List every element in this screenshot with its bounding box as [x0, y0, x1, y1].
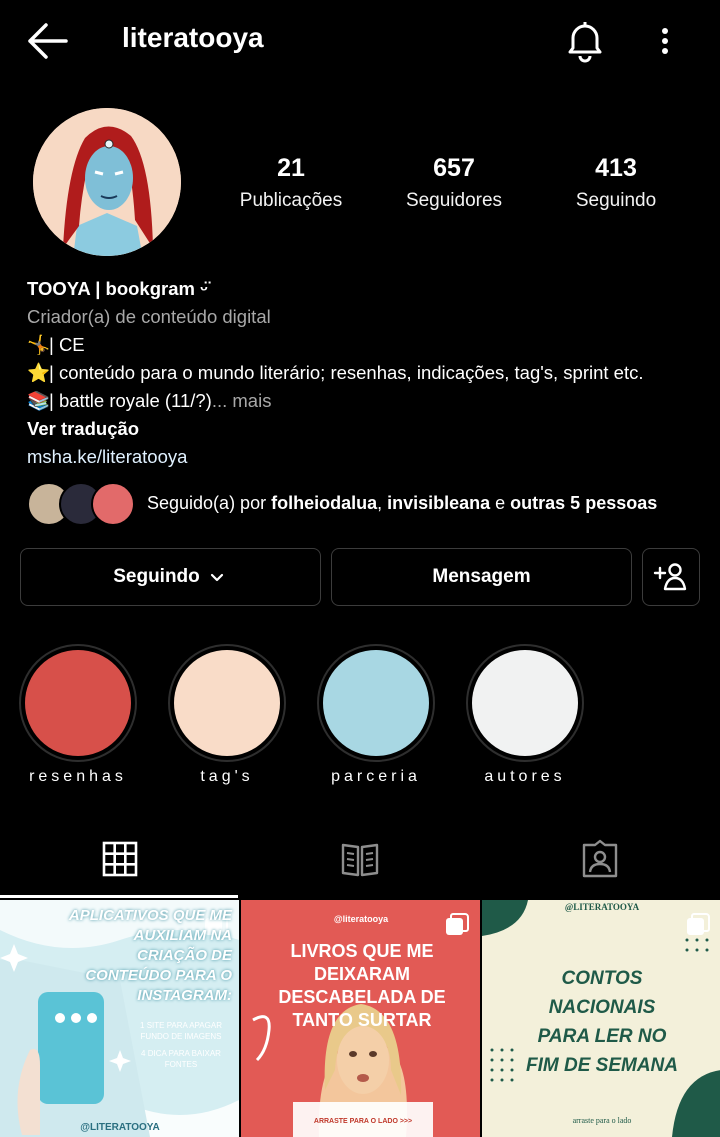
multiple-images-icon	[444, 912, 470, 938]
bio-line-text: | CE	[49, 334, 85, 355]
followers-count: 657	[433, 154, 475, 182]
post-caption: @LITERATOOYA	[80, 1122, 160, 1133]
post-caption: 1 SITE PARA APAGAR FUNDO DE IMAGENS	[140, 1021, 222, 1041]
highlight-ring	[168, 644, 286, 762]
tab-guides[interactable]	[240, 820, 480, 898]
post-thumbnail[interactable]: @literatooya LIVROS QUE ME DEIXARAM DESC…	[241, 900, 480, 1137]
post-caption: CONTOS NACIONAIS PARA LER NO FIM DE SEMA…	[526, 968, 678, 1076]
highlight-label: parceria	[331, 768, 421, 785]
profile-category: Criador(a) de conteúdo digital	[27, 306, 271, 327]
bio-line-text: | battle royale (11/?)	[49, 390, 212, 411]
followed-by-text: Seguido(a) por folheiodalua, invisiblean…	[147, 493, 657, 514]
highlight-ring	[19, 644, 137, 762]
post-thumbnail[interactable]: @LITERATOOYA CONTOS NACIONAIS PARA LER N…	[482, 900, 720, 1137]
active-tab-indicator	[0, 895, 238, 898]
post-caption: ARRASTE PARA O LADO >>>	[313, 1118, 413, 1125]
followed-others: outras 5 pessoas	[510, 493, 658, 513]
highlight-cover	[472, 650, 578, 756]
followed-conjunction: e	[490, 493, 511, 513]
highlight-ring	[466, 644, 584, 762]
post-thumbnail[interactable]: APLICATIVOS QUE ME AUXILIAM NA CRIAÇÃO D…	[0, 900, 239, 1137]
following-button[interactable]: Seguindo	[20, 548, 321, 606]
highlight-resenhas[interactable]: resenhas	[19, 644, 137, 786]
following-button-label: Seguindo	[113, 566, 200, 587]
highlight-tags[interactable]: tag's	[168, 644, 286, 786]
post-caption: LIVROS QUE ME DEIXARAM DESCABELADA DE TA…	[278, 941, 446, 1030]
bio-line-text: | conteúdo para o mundo literário; resen…	[49, 362, 644, 383]
tab-grid[interactable]	[0, 820, 240, 898]
bio-line: ⭐| conteúdo para o mundo literário; rese…	[27, 359, 707, 387]
chevron-down-icon	[210, 573, 223, 582]
highlight-label: resenhas	[29, 768, 127, 785]
message-button[interactable]: Mensagem	[331, 548, 632, 606]
guide-book-icon	[341, 843, 379, 877]
highlight-cover	[25, 650, 131, 756]
followed-user: folheiodalua	[271, 493, 378, 513]
profile-avatar[interactable]	[33, 108, 181, 256]
profile-username: literatooya	[122, 22, 264, 53]
tab-tagged[interactable]	[480, 820, 720, 898]
profile-tabs	[0, 820, 720, 898]
suggest-users-button[interactable]	[642, 548, 700, 606]
followers-label: Seguidores	[405, 190, 503, 211]
highlight-cover	[174, 650, 280, 756]
posts-label: Publicações	[239, 190, 343, 211]
add-person-icon	[653, 563, 687, 591]
top-bar: literatooya	[0, 0, 720, 82]
followed-separator: ,	[377, 493, 388, 513]
post-caption: @literatooya	[333, 914, 389, 924]
post-caption: APLICATIVOS QUE ME AUXILIAM NA CRIAÇÃO D…	[68, 907, 232, 1004]
star-emoji-icon: ⭐	[27, 362, 51, 383]
stat-posts[interactable]: 21 Publicações	[230, 150, 352, 216]
stat-following[interactable]: 413 Seguindo	[560, 150, 672, 216]
notification-bell-icon[interactable]	[560, 16, 610, 66]
followed-prefix: Seguido(a) por	[147, 493, 272, 513]
mutual-avatars	[27, 482, 137, 528]
highlight-label: autores	[484, 768, 566, 785]
grid-icon	[102, 841, 138, 877]
posts-count: 21	[277, 154, 305, 182]
stat-followers[interactable]: 657 Seguidores	[394, 150, 514, 216]
profile-bio: TOOYA | bookgram ᵕ̈ Criador(a) de conteú…	[27, 275, 707, 471]
post-caption: 4 DICA PARA BAIXAR FONTES	[141, 1049, 221, 1069]
highlight-cover	[323, 650, 429, 756]
post-caption: @LITERATOOYA	[564, 902, 640, 912]
display-name: TOOYA | bookgram ᵕ̈	[27, 278, 208, 299]
following-count: 413	[595, 154, 637, 182]
following-label: Seguindo	[575, 190, 657, 211]
gymnast-emoji-icon: 🤸	[27, 334, 51, 355]
bio-line: 📚| battle royale (11/?)... mais	[27, 387, 707, 415]
multiple-images-icon	[685, 912, 711, 938]
bio-website-link[interactable]: msha.ke/literatooya	[27, 443, 707, 471]
post-caption: arraste para o lado	[572, 1116, 632, 1125]
bio-line: 🤸| CE	[27, 331, 707, 359]
highlight-parceria[interactable]: parceria	[317, 644, 435, 786]
highlight-ring	[317, 644, 435, 762]
more-options-icon[interactable]	[650, 18, 680, 64]
followed-by[interactable]: Seguido(a) por folheiodalua, invisiblean…	[27, 480, 707, 530]
followed-user: invisibleana	[387, 493, 491, 513]
see-translation-link[interactable]: Ver tradução	[27, 415, 707, 443]
highlight-autores[interactable]: autores	[466, 644, 584, 786]
message-button-label: Mensagem	[432, 566, 531, 587]
tagged-person-icon	[582, 839, 618, 878]
books-emoji-icon: 📚	[27, 390, 51, 411]
bio-more-link[interactable]: ... mais	[212, 390, 272, 411]
mutual-avatar	[91, 482, 135, 526]
highlight-label: tag's	[200, 768, 254, 785]
back-arrow-icon[interactable]	[22, 18, 72, 64]
